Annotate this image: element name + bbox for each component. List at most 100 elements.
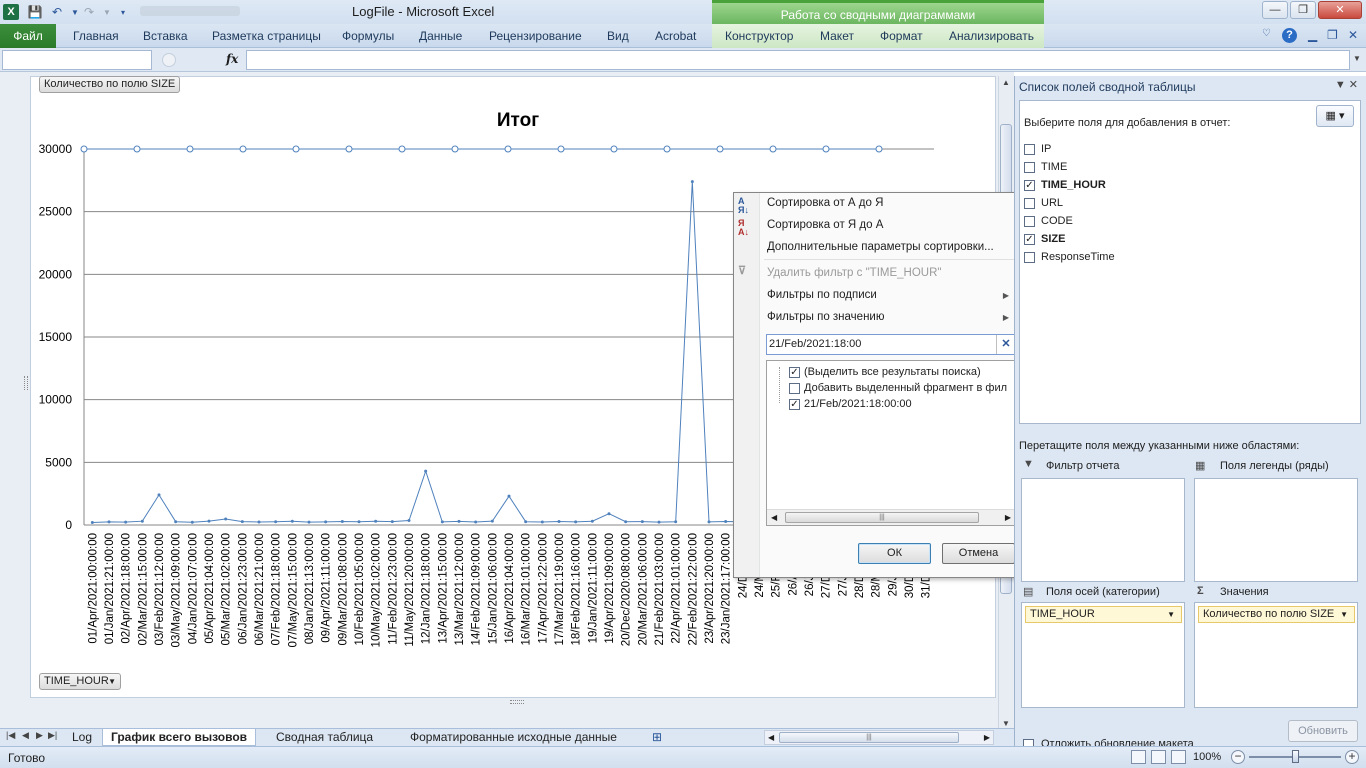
workbook-close-icon[interactable]: ✕ xyxy=(1348,28,1358,42)
excel-logo-icon[interactable]: X xyxy=(3,4,19,20)
tab-file[interactable]: Файл xyxy=(0,24,56,48)
tab-formulas[interactable]: Формулы xyxy=(342,29,394,43)
tab-review[interactable]: Рецензирование xyxy=(489,29,582,43)
checkbox[interactable]: ✓ xyxy=(789,399,800,410)
layout-options-button[interactable]: ▦ ▾ xyxy=(1316,105,1354,127)
first-sheet-icon[interactable]: |◀ xyxy=(6,730,15,741)
ok-button[interactable]: ОК xyxy=(858,543,931,564)
scroll-down-icon[interactable]: ▼ xyxy=(1002,719,1010,728)
minimize-ribbon-icon[interactable]: ♡ xyxy=(1262,28,1271,39)
cancel-button[interactable]: Отмена xyxy=(942,543,1015,564)
more-sort-options-item[interactable]: Дополнительные параметры сортировки... xyxy=(767,241,994,253)
scroll-right-icon[interactable]: ▶ xyxy=(984,733,990,742)
sheet-tab-pivot[interactable]: Сводная таблица xyxy=(276,729,373,746)
list-scroll-thumb[interactable]: ||| xyxy=(785,512,979,523)
expand-formula-bar-icon[interactable]: ▼ xyxy=(1353,54,1361,63)
scroll-right-icon[interactable]: ▶ xyxy=(1005,513,1011,522)
data-point xyxy=(290,519,294,523)
scroll-left-icon[interactable]: ◀ xyxy=(768,733,774,742)
checkbox[interactable] xyxy=(1024,198,1035,209)
axis-field-chip[interactable]: TIME_HOUR ▼ xyxy=(1025,606,1182,623)
checkbox[interactable]: ✓ xyxy=(1024,234,1035,245)
tab-layout[interactable]: Макет xyxy=(820,29,854,43)
filter-search-input[interactable]: 21/Feb/2021:18:00 ✕ xyxy=(766,334,1016,355)
normal-view-icon[interactable] xyxy=(1131,750,1146,764)
restore-button[interactable]: ❐ xyxy=(1290,1,1316,19)
minimize-button[interactable]: — xyxy=(1262,1,1288,19)
workbook-restore-icon[interactable]: ❐ xyxy=(1327,28,1338,42)
chip-dropdown-icon[interactable]: ▼ xyxy=(1167,607,1175,622)
scroll-left-icon[interactable]: ◀ xyxy=(771,513,777,522)
scroll-up-icon[interactable]: ▲ xyxy=(1002,78,1010,87)
tab-home[interactable]: Главная xyxy=(73,29,119,43)
tab-design[interactable]: Конструктор xyxy=(725,29,793,43)
axis-field-button[interactable]: TIME_HOUR ▼ xyxy=(39,673,121,690)
data-point xyxy=(574,520,578,524)
tab-format[interactable]: Формат xyxy=(880,29,923,43)
pane-menu-icon[interactable]: ▼ ✕ xyxy=(1335,78,1358,91)
remove-filter-item[interactable]: Удалить фильтр с "TIME_HOUR" xyxy=(767,267,941,279)
prev-sheet-icon[interactable]: ◀ xyxy=(22,730,29,741)
data-point xyxy=(640,520,644,524)
tab-acrobat[interactable]: Acrobat xyxy=(655,29,696,43)
bottom-splitter-handle[interactable] xyxy=(510,700,524,704)
horizontal-scroll-thumb[interactable]: ||| xyxy=(779,732,959,743)
insert-function-icon[interactable]: fx xyxy=(226,52,238,66)
formula-input[interactable] xyxy=(246,50,1350,70)
redo-icon[interactable]: ↷ xyxy=(80,3,98,21)
page-break-view-icon[interactable] xyxy=(1171,750,1186,764)
legend-fields-area[interactable] xyxy=(1194,478,1358,582)
left-splitter-handle[interactable] xyxy=(24,376,28,390)
zoom-level[interactable]: 100% xyxy=(1193,751,1221,763)
zoom-in-button[interactable]: + xyxy=(1345,750,1359,764)
list-horizontal-scrollbar[interactable]: ◀ ||| ▶ xyxy=(767,509,1015,525)
sheet-tab-log[interactable]: Log xyxy=(72,729,92,746)
customize-qat-icon[interactable]: ▾ xyxy=(114,3,132,21)
x-tick-label: 05/Apr/2021:04:00:00 xyxy=(204,533,216,644)
window-title: LogFile - Microsoft Excel xyxy=(352,4,495,19)
checkbox[interactable] xyxy=(1024,144,1035,155)
last-sheet-icon[interactable]: ▶| xyxy=(48,730,57,741)
checkbox[interactable]: ✓ xyxy=(789,367,800,378)
value-filters-item[interactable]: Фильтры по значению ▶ xyxy=(767,311,1017,323)
field-label: URL xyxy=(1041,197,1064,209)
tab-view[interactable]: Вид xyxy=(607,29,629,43)
sort-descending-item[interactable]: Сортировка от Я до А xyxy=(767,219,883,231)
formula-expand-icon[interactable] xyxy=(162,53,176,67)
tab-analyze[interactable]: Анализировать xyxy=(949,29,1034,43)
label-filters-item[interactable]: Фильтры по подписи ▶ xyxy=(767,289,1017,301)
checkbox[interactable] xyxy=(1024,252,1035,263)
checkbox[interactable] xyxy=(1024,216,1035,227)
values-area[interactable]: Количество по полю SIZE ▼ xyxy=(1194,602,1358,708)
undo-icon[interactable]: ↶ xyxy=(48,3,66,21)
checkbox[interactable]: ✓ xyxy=(1024,180,1035,191)
new-sheet-icon[interactable]: ⊞ xyxy=(652,729,662,746)
save-icon[interactable]: 💾 xyxy=(26,3,44,21)
sheet-tab-formatted[interactable]: Форматированные исходные данные xyxy=(410,729,617,746)
zoom-out-button[interactable]: − xyxy=(1231,750,1245,764)
values-field-chip[interactable]: Количество по полю SIZE ▼ xyxy=(1198,606,1355,623)
sort-ascending-item[interactable]: Сортировка от А до Я xyxy=(767,197,883,209)
page-layout-view-icon[interactable] xyxy=(1151,750,1166,764)
name-box[interactable] xyxy=(2,50,152,70)
x-tick-label: 06/Mar/2021:21:00:00 xyxy=(254,533,266,646)
clear-search-icon[interactable]: ✕ xyxy=(996,335,1015,354)
next-sheet-icon[interactable]: ▶ xyxy=(36,730,43,741)
workbook-minimize-icon[interactable]: ▁ xyxy=(1308,28,1317,42)
update-button[interactable]: Обновить xyxy=(1288,720,1358,742)
zoom-slider-thumb[interactable] xyxy=(1292,750,1299,763)
chip-dropdown-icon[interactable]: ▼ xyxy=(1340,607,1348,622)
data-point xyxy=(407,518,411,522)
value-field-button[interactable]: Количество по полю SIZE xyxy=(39,76,181,93)
tab-page-layout[interactable]: Разметка страницы xyxy=(212,29,321,43)
help-icon[interactable]: ? xyxy=(1282,28,1297,43)
tab-data[interactable]: Данные xyxy=(419,29,462,43)
tab-insert[interactable]: Вставка xyxy=(143,29,188,43)
report-filter-area[interactable] xyxy=(1021,478,1185,582)
checkbox[interactable] xyxy=(1024,162,1035,173)
sheet-tab-active[interactable]: График всего вызовов xyxy=(102,729,257,746)
axis-fields-area[interactable]: TIME_HOUR ▼ xyxy=(1021,602,1185,708)
checkbox[interactable] xyxy=(789,383,800,394)
close-button[interactable]: ✕ xyxy=(1318,1,1362,19)
horizontal-scrollbar[interactable]: ◀ ||| ▶ xyxy=(764,730,994,745)
